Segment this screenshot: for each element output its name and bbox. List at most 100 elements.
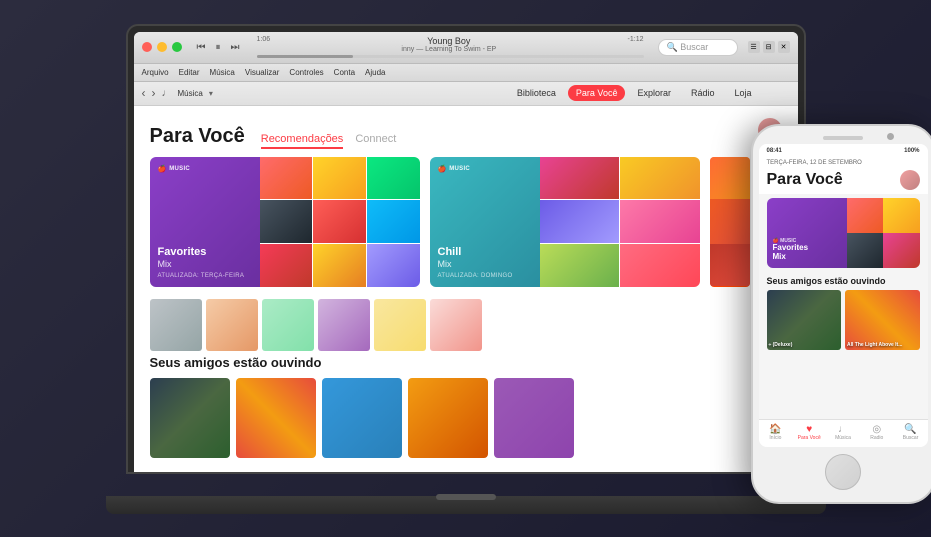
page-tab-connect[interactable]: Connect [355,133,396,149]
menu-bar: Arquivo Editar Música Visualizar Control… [134,64,798,82]
phone-speaker [823,136,863,140]
minimize-button[interactable] [157,42,167,52]
phone-tab-para-voce-icon: ♥ [806,425,812,435]
nav-tabs: Biblioteca Para Você Explorar Rádio Loja [509,85,760,101]
chill-mix-subtitle: Mix [438,259,532,269]
laptop-body: ⏮ ⏸ ⏭ 1:06 Young Boy inny — Learning To … [126,24,806,474]
fav-thumb-4 [260,200,313,243]
phone-album-1[interactable]: ÷ (Deluxe) [767,290,842,350]
fast-forward-button[interactable]: ⏭ [228,42,243,53]
phone-tab-para-voce[interactable]: ♥ Para Você [792,423,826,443]
bottom-thumb-4 [318,299,370,351]
phone-tab-inicio-icon: 🏠 [769,425,781,435]
tab-loja[interactable]: Loja [726,85,759,101]
itunes-window: ⏮ ⏸ ⏭ 1:06 Young Boy inny — Learning To … [134,32,798,472]
chill-thumb-2 [620,157,700,200]
phone-time: 08:41 [767,148,782,154]
phone-tab-inicio-label: Início [769,435,781,441]
phone-tab-bar: 🏠 Início ♥ Para Você ♩ Música ◎ [759,419,928,447]
phone-mix-card[interactable]: 🍎 MUSIC Favorites Mix [767,198,920,268]
page-tab-recomendacoes[interactable]: Recomendações [261,133,344,149]
phone-camera [887,133,894,140]
list-view-button[interactable]: ☰ [748,41,760,53]
phone-mix-thumbnails [847,198,920,268]
maximize-button[interactable] [172,42,182,52]
favorites-mix-title: Favorites [158,246,252,258]
menu-conta[interactable]: Conta [334,68,355,77]
nav-section-label: Música [178,89,203,98]
search-box[interactable]: 🔍 Buscar [658,39,738,56]
track-name: Young Boy [401,36,496,46]
nav-bar: ‹ › ♩ Música ▾ Biblioteca Para Você Expl… [134,82,798,106]
bottom-thumbs-row [150,299,782,351]
friend-album-4[interactable] [408,378,488,458]
phone-tab-musica-label: Música [835,435,851,441]
phone-home-button[interactable] [825,454,861,490]
chill-thumb-4 [620,200,700,243]
friend-album-2[interactable] [236,378,316,458]
transport-controls: ⏮ ⏸ ⏭ [194,42,243,53]
progress-bar[interactable] [257,55,644,58]
favorites-mix-card[interactable]: 🍎 MUSIC Favorites Mix ATUALIZADA: TERÇA-… [150,157,420,287]
rewind-button[interactable]: ⏮ [194,42,209,53]
nav-back-button[interactable]: ‹ [142,86,146,100]
search-placeholder: Buscar [680,42,708,52]
favorites-mix-bg: 🍎 MUSIC Favorites Mix ATUALIZADA: TERÇA-… [150,157,260,287]
laptop-screen: ⏮ ⏸ ⏭ 1:06 Young Boy inny — Learning To … [134,32,798,472]
friend-album-3[interactable] [322,378,402,458]
phone-battery: 100% [904,148,919,154]
tab-biblioteca[interactable]: Biblioteca [509,85,564,101]
time-labels: 1:06 Young Boy inny — Learning To Swim -… [257,36,644,53]
bottom-thumb-1 [150,299,202,351]
phone-mix-subtitle: Mix [773,253,841,262]
close-button[interactable] [142,42,152,52]
chill-apple-music-badge: 🍎 MUSIC [438,165,471,173]
phone-user-avatar[interactable] [900,170,920,190]
bottom-thumb-3 [262,299,314,351]
nav-forward-button[interactable]: › [152,86,156,100]
title-bar: ⏮ ⏸ ⏭ 1:06 Young Boy inny — Learning To … [134,32,798,64]
menu-controles[interactable]: Controles [289,68,323,77]
tab-para-voce[interactable]: Para Você [568,85,626,101]
phone-tab-para-voce-label: Para Você [798,435,821,441]
phone-tab-inicio[interactable]: 🏠 Início [759,423,793,443]
phone-album-2-label: All The Light Above It... [847,342,918,348]
laptop: ⏮ ⏸ ⏭ 1:06 Young Boy inny — Learning To … [126,24,806,514]
fav-thumb-6 [367,200,420,243]
menu-editar[interactable]: Editar [179,68,200,77]
chill-mix-title: Chill [438,246,532,258]
menu-ajuda[interactable]: Ajuda [365,68,385,77]
menu-visualizar[interactable]: Visualizar [245,68,280,77]
laptop-notch [436,494,496,500]
menu-musica[interactable]: Música [210,68,235,77]
phone-album-2[interactable]: All The Light Above It... [845,290,920,350]
favorites-apple-music-badge: 🍎 MUSIC [158,165,191,173]
phone-friends-row: ÷ (Deluxe) All The Light Above It... [767,290,920,350]
chill-thumb-5 [540,244,620,287]
page-tabs: Recomendações Connect [261,133,397,149]
friend-album-5[interactable] [494,378,574,458]
phone-tab-musica[interactable]: ♩ Música [826,423,860,443]
tab-explorar[interactable]: Explorar [629,85,679,101]
play-pause-button[interactable]: ⏸ [213,42,224,53]
friends-section-title: Seus amigos estão ouvindo [150,355,782,370]
menu-arquivo[interactable]: Arquivo [142,68,169,77]
window-controls [142,42,182,52]
phone-tab-radio[interactable]: ◎ Radio [860,423,894,443]
friend-album-1[interactable] [150,378,230,458]
phone-friends-title: Seus amigos estão ouvindo [767,276,920,286]
chill-mix-card[interactable]: 🍎 MUSIC Chill Mix ATUALIZADA: DOMINGO [430,157,700,287]
tab-radio[interactable]: Rádio [683,85,723,101]
phone-mix-left: 🍎 MUSIC Favorites Mix [767,198,847,268]
window-close-button[interactable]: ✕ [778,41,790,53]
phone-tab-buscar[interactable]: 🔍 Buscar [894,423,928,443]
phone-body: 08:41 100% TERÇA-FEIRA, 12 DE SETEMBRO P… [751,124,931,504]
phone-tab-musica-icon: ♩ [838,425,848,435]
page-header: Para Você Recomendações Connect [150,118,782,149]
nav-dropdown-icon[interactable]: ▾ [209,89,213,98]
favorites-mix-updated: ATUALIZADA: TERÇA-FEIRA [158,273,252,279]
chill-thumb-6 [620,244,700,287]
phone-content: 08:41 100% TERÇA-FEIRA, 12 DE SETEMBRO P… [759,144,928,447]
bottom-thumb-2 [206,299,258,351]
window-shrink-button[interactable]: ⊟ [763,41,775,53]
